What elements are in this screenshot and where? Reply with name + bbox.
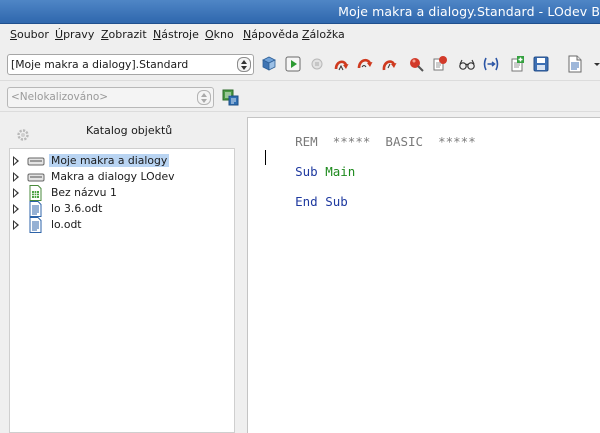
language-select-value: <Nelokalizováno>: [11, 91, 109, 103]
tree-item-untitled[interactable]: Bez názvu 1: [10, 185, 230, 201]
tree-item-my-macros[interactable]: Moje makra a dialogy: [10, 153, 230, 169]
tree-item-lo36[interactable]: lo 3.6.odt: [10, 201, 230, 217]
find-parentheses-icon[interactable]: [481, 54, 501, 74]
library-select-spinner-icon[interactable]: [237, 57, 251, 72]
tree-item-label: Bez názvu 1: [51, 186, 117, 199]
menu-bar: Soubor Úpravy Zobrazit Nástroje Okno Náp…: [0, 24, 600, 46]
macro-container-icon: [27, 169, 45, 185]
gear-icon[interactable]: [14, 126, 32, 144]
text-document-icon: [27, 201, 45, 217]
manage-breakpoints-icon[interactable]: [430, 54, 450, 74]
expand-arrow-icon[interactable]: [13, 172, 19, 182]
code-line-3[interactable]: End Sub: [265, 179, 348, 224]
language-select[interactable]: <Nelokalizováno>: [7, 87, 214, 108]
step-out-icon[interactable]: [379, 54, 399, 74]
library-select[interactable]: [Moje makra a dialogy].Standard: [7, 54, 254, 75]
window-title: Moje makra a dialogy.Standard - LOdev B: [338, 4, 600, 19]
expand-arrow-icon[interactable]: [13, 188, 19, 198]
step-over-icon[interactable]: [355, 54, 375, 74]
tree-item-label: lo 3.6.odt: [51, 202, 103, 215]
code-comment: REM ***** BASIC *****: [295, 134, 476, 149]
menu-zobrazit[interactable]: Zobrazit: [101, 28, 147, 41]
save-source-icon[interactable]: [531, 54, 551, 74]
tree-item-label: Moje makra a dialogy: [49, 154, 170, 167]
select-module-icon[interactable]: [565, 54, 585, 74]
expand-arrow-icon[interactable]: [13, 204, 19, 214]
menu-zalozka[interactable]: Záložka: [302, 28, 345, 41]
manage-language-icon[interactable]: [220, 87, 240, 107]
language-toolbar: <Nelokalizováno>: [0, 82, 600, 112]
watch-icon[interactable]: [457, 54, 477, 74]
macro-container-icon: [27, 153, 45, 169]
expand-arrow-icon[interactable]: [13, 156, 19, 166]
menu-okno[interactable]: Okno: [205, 28, 234, 41]
title-bar: Moje makra a dialogy.Standard - LOdev B: [0, 0, 600, 24]
object-catalog: Katalog objektů Moje makra a dialogy Mak…: [0, 112, 242, 433]
insert-source-icon[interactable]: [507, 54, 527, 74]
catalog-tree[interactable]: Moje makra a dialogy Makra a dialogy LOd…: [9, 148, 235, 433]
text-cursor: [265, 150, 266, 165]
menu-nastroje[interactable]: Nástroje: [153, 28, 199, 41]
basic-editor[interactable]: REM ***** BASIC ***** Sub Main End Sub: [247, 117, 600, 433]
menu-soubor[interactable]: Soubor: [10, 28, 49, 41]
library-select-value: [Moje makra a dialogy].Standard: [11, 58, 189, 71]
menu-napoveda[interactable]: Nápověda: [243, 28, 299, 41]
stop-icon[interactable]: [307, 54, 327, 74]
code-keyword: End Sub: [295, 194, 348, 209]
breakpoint-icon[interactable]: [406, 54, 426, 74]
menu-upravy[interactable]: Úpravy: [55, 28, 94, 41]
expand-arrow-icon[interactable]: [13, 220, 19, 230]
overflow-icon[interactable]: [587, 54, 600, 74]
tree-item-label: Makra a dialogy LOdev: [51, 170, 175, 183]
step-into-icon[interactable]: [331, 54, 351, 74]
text-document-icon: [27, 217, 45, 233]
run-icon[interactable]: [283, 54, 303, 74]
editor-gutter[interactable]: [248, 118, 264, 433]
code-keyword: Sub: [295, 164, 318, 179]
macro-toolbar: [Moje makra a dialogy].Standard: [0, 49, 600, 81]
compile-icon[interactable]: [259, 54, 279, 74]
language-select-spinner-icon[interactable]: [197, 90, 211, 105]
spreadsheet-icon: [27, 185, 45, 201]
code-identifier: Main: [325, 164, 356, 179]
catalog-title: Katalog objektů: [86, 124, 173, 137]
tree-item-label: lo.odt: [51, 218, 82, 231]
tree-item-lodev-macros[interactable]: Makra a dialogy LOdev: [10, 169, 230, 185]
tree-item-lo[interactable]: lo.odt: [10, 217, 230, 233]
